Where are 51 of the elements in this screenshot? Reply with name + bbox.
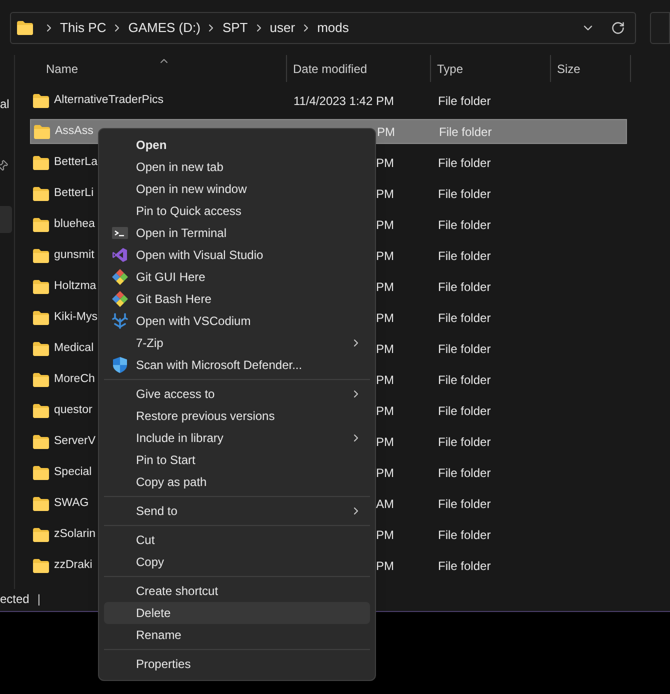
file-type: File folder <box>438 186 491 202</box>
date-modified: PM <box>376 402 394 420</box>
file-name: gunsmit <box>54 248 94 263</box>
file-name: bluehea <box>54 216 95 232</box>
file-name: questor <box>54 402 92 418</box>
date-modified: PM <box>376 248 394 264</box>
file-type: File folder <box>438 464 491 482</box>
file-type: File folder <box>438 248 491 264</box>
file-name: ServerV <box>54 434 96 449</box>
date-modified: PM <box>376 278 394 296</box>
file-type: File folder <box>438 216 491 234</box>
date-modified: PM <box>376 154 394 172</box>
sidebar-label: al <box>0 96 10 113</box>
file-type: File folder <box>438 434 491 450</box>
file-name: Holtzma <box>54 278 96 294</box>
file-name: SWAG <box>54 496 89 511</box>
file-name: BetterLa <box>54 154 98 170</box>
date-modified: PM <box>376 372 394 388</box>
date-modified: PM <box>376 526 394 544</box>
file-name: MoreCh <box>54 372 95 387</box>
file-name: BetterLi <box>54 186 94 201</box>
file-type: File folder <box>438 526 491 544</box>
file-type: File folder <box>438 154 491 172</box>
date-modified: AM <box>376 496 394 512</box>
date-modified: PM <box>376 434 394 450</box>
date-modified: PM <box>376 310 394 326</box>
date-modified: PM <box>377 124 395 140</box>
date-modified: PM <box>376 216 394 234</box>
file-type: File folder <box>438 402 491 420</box>
file-type: File folder <box>438 92 491 110</box>
file-type: File folder <box>438 310 491 326</box>
file-type: File folder <box>439 124 492 140</box>
file-name: AlternativeTraderPics <box>54 92 164 108</box>
date-modified: PM <box>376 558 394 574</box>
file-type: File folder <box>438 278 491 296</box>
file-type: File folder <box>438 340 491 358</box>
file-name: Kiki-Mys <box>54 310 98 325</box>
file-name: Medical <box>54 340 94 356</box>
file-type: File folder <box>438 372 491 388</box>
file-type: File folder <box>438 496 491 512</box>
file-name: AssAss <box>55 124 94 139</box>
file-name: Special <box>54 464 92 480</box>
date-modified: PM <box>376 186 394 202</box>
status-text: ected <box>0 591 30 608</box>
date-modified: PM <box>376 340 394 358</box>
date-modified: 11/4/2023 1:42 PM <box>293 92 394 110</box>
status-separator: | <box>37 591 40 608</box>
file-name: zzDraki <box>54 558 92 573</box>
file-name: zSolarin <box>54 526 96 542</box>
date-modified: PM <box>376 464 394 482</box>
file-type: File folder <box>438 558 491 574</box>
